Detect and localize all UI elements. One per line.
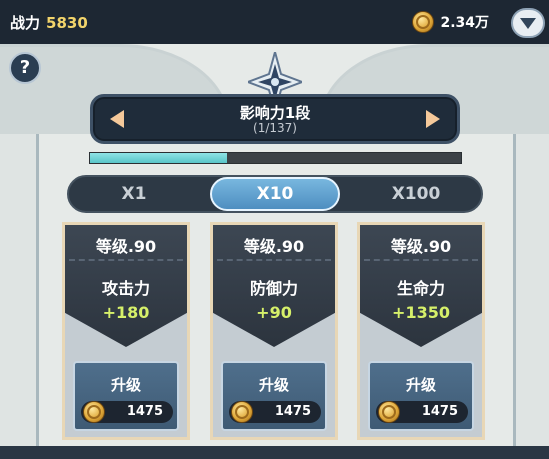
cost-value: 1475: [421, 404, 458, 419]
stat-card-health: 等级.90 生命力 +1350 升级 1475: [357, 222, 485, 440]
card-header: 等级.90 攻击力 +180: [65, 225, 187, 347]
arrow-right-icon: [426, 110, 440, 128]
stage-progress-text: (1/137): [253, 121, 297, 135]
stat-name: 攻击力: [101, 279, 150, 298]
question-icon: ?: [19, 57, 31, 78]
power-display: 战力 5830: [10, 12, 88, 33]
bottom-strip: [0, 446, 549, 459]
top-bar: 战力 5830 2.34万: [0, 0, 549, 46]
gold-coin-icon: [231, 401, 253, 423]
cost-value: 1475: [274, 404, 311, 419]
multiplier-x100[interactable]: X100: [351, 177, 481, 211]
power-label: 战力: [10, 14, 41, 32]
upgrade-button[interactable]: 升级 1475: [221, 361, 327, 431]
help-button[interactable]: ?: [9, 52, 41, 84]
cost-display: 1475: [229, 401, 321, 423]
power-value: 5830: [46, 14, 88, 32]
gold-coin-icon: [378, 401, 400, 423]
stat-name: 防御力: [249, 279, 298, 298]
progress-fill: [90, 153, 228, 163]
card-level: 等级.90: [390, 237, 452, 256]
gold-coin-icon: [412, 11, 435, 33]
upgrade-label: 升级: [405, 376, 436, 394]
stat-bonus: +1350: [392, 303, 450, 322]
currency-display: 2.34万: [412, 11, 489, 33]
stat-bonus: +90: [256, 303, 292, 322]
gold-coin-icon: [83, 401, 105, 423]
divider: [69, 259, 183, 261]
multiplier-x1[interactable]: X1: [69, 177, 199, 211]
card-level: 等级.90: [95, 237, 157, 256]
cost-value: 1475: [126, 404, 163, 419]
cost-display: 1475: [81, 401, 173, 423]
chevron-down-icon: [520, 17, 536, 29]
card-level: 等级.90: [243, 237, 305, 256]
divider: [217, 259, 331, 261]
dropdown-button[interactable]: [511, 8, 545, 38]
stat-card-attack: 等级.90 攻击力 +180 升级 1475: [62, 222, 190, 440]
stage-progress-bar: [89, 152, 462, 164]
upgrade-button[interactable]: 升级 1475: [73, 361, 179, 431]
multiplier-x10[interactable]: X10: [210, 177, 340, 211]
multiplier-selector: X1 X10 X100: [67, 175, 483, 213]
upgrade-button[interactable]: 升级 1475: [368, 361, 474, 431]
cost-display: 1475: [376, 401, 468, 423]
stage-title: 影响力1段: [239, 104, 311, 122]
coin-amount: 2.34万: [440, 15, 489, 31]
card-header: 等级.90 防御力 +90: [213, 225, 335, 347]
upgrade-label: 升级: [258, 376, 289, 394]
stat-bonus: +180: [102, 303, 150, 322]
card-header: 等级.90 生命力 +1350: [360, 225, 482, 347]
stat-name: 生命力: [396, 279, 445, 298]
divider: [364, 259, 478, 261]
stat-card-defense: 等级.90 防御力 +90 升级 1475: [210, 222, 338, 440]
stage-banner: 影响力1段 (1/137): [90, 94, 460, 144]
next-stage-button[interactable]: [419, 105, 447, 133]
upgrade-label: 升级: [110, 376, 141, 394]
